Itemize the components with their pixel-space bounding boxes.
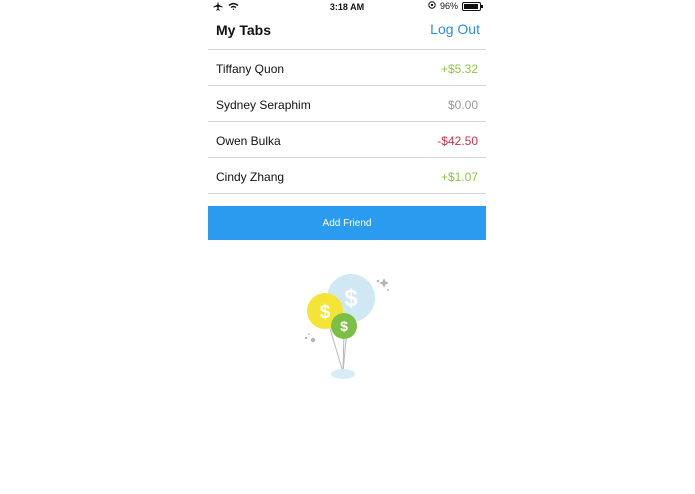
phone-screen: 3:18 AM 96% My Tabs Log Out Tiffany Quon… [208, 0, 486, 494]
friend-row[interactable]: Tiffany Quon +$5.32 [208, 50, 486, 86]
status-right: 96% [428, 1, 483, 11]
dollar-glyph: $ [344, 285, 358, 312]
friend-name: Cindy Zhang [216, 170, 285, 184]
friend-list: Tiffany Quon +$5.32 Sydney Seraphim $0.00 Ow… [208, 49, 486, 194]
dollar-glyph: $ [340, 318, 348, 334]
log-out-button[interactable]: Log Out [430, 21, 480, 37]
nav-header: My Tabs Log Out [208, 14, 486, 49]
dollar-glyph: $ [320, 302, 331, 323]
status-bar: 3:18 AM 96% [208, 0, 486, 14]
page-title: My Tabs [216, 22, 271, 38]
orientation-lock-icon [428, 1, 436, 11]
friend-balance: $0.00 [447, 98, 478, 112]
friend-row[interactable]: Owen Bulka -$42.50 [208, 122, 486, 158]
battery-icon [462, 1, 483, 11]
friend-name: Owen Bulka [216, 134, 281, 148]
friend-name: Tiffany Quon [216, 62, 285, 76]
battery-percent: 96% [439, 1, 458, 11]
add-friend-button[interactable]: Add Friend [208, 206, 486, 240]
friend-balance: -$42.50 [437, 134, 478, 148]
friend-balance: +$1.07 [440, 170, 478, 184]
friend-row[interactable]: Sydney Seraphim $0.00 [208, 86, 486, 122]
friend-name: Sydney Seraphim [216, 98, 311, 112]
dollar-balloon-icon: $ $ $ [300, 270, 400, 385]
battery-fill [464, 3, 479, 9]
friend-balance: +$5.32 [440, 62, 478, 76]
friend-row[interactable]: Cindy Zhang +$1.07 [208, 158, 486, 194]
